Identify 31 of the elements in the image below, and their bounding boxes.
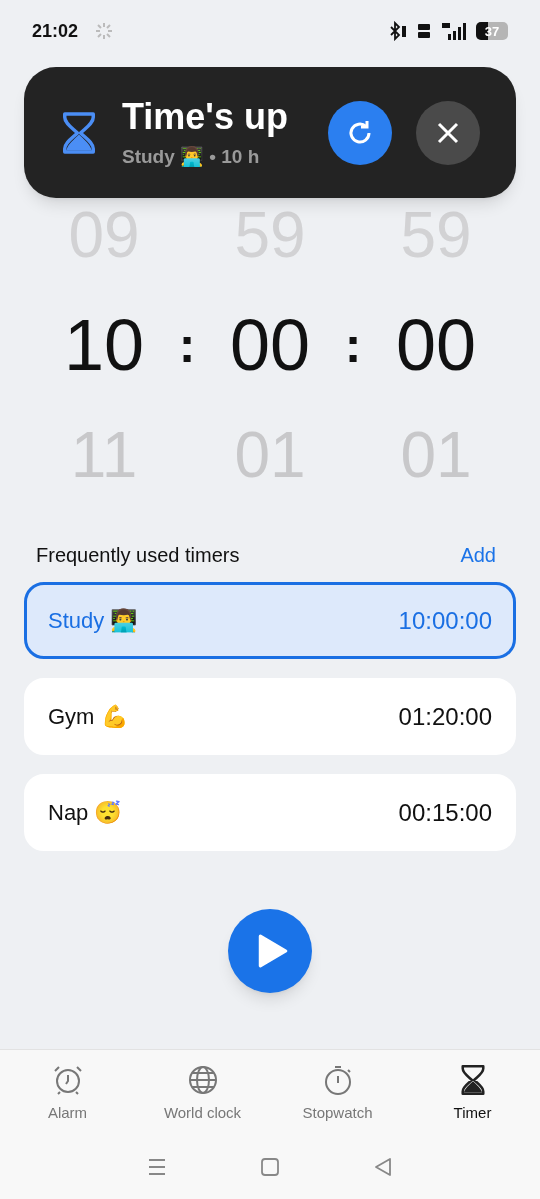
status-time: 21:02 bbox=[32, 19, 79, 43]
preset-timer-card[interactable]: Nap 😴 00:15:00 bbox=[24, 774, 516, 851]
volte-icon bbox=[416, 21, 432, 41]
time-separator: : bbox=[178, 316, 196, 375]
notification-subtitle: Study 👨‍💻 • 10 h bbox=[122, 144, 261, 169]
home-icon[interactable] bbox=[258, 1155, 282, 1179]
nav-tab[interactable]: Alarm bbox=[0, 1064, 135, 1125]
preset-label: Study 👨‍💻 bbox=[48, 607, 138, 635]
loading-icon bbox=[94, 21, 115, 41]
section-title: Frequently used timers bbox=[36, 543, 240, 568]
preset-timer-card[interactable]: Study 👨‍💻 10:00:00 bbox=[24, 582, 516, 659]
preset-label: Gym 💪 bbox=[48, 703, 128, 731]
picker-value[interactable]: 00 bbox=[395, 290, 477, 400]
time-separator: : bbox=[344, 316, 362, 375]
bluetooth-icon bbox=[388, 21, 408, 41]
preset-duration: 01:20:00 bbox=[398, 701, 492, 732]
picker-value[interactable]: 10 bbox=[63, 290, 145, 400]
nav-tab[interactable]: Stopwatch bbox=[270, 1064, 405, 1125]
nav-tab[interactable]: World clock bbox=[135, 1064, 270, 1125]
notification-title: Time's up bbox=[122, 94, 289, 139]
add-link[interactable]: Add bbox=[460, 540, 504, 570]
signal-icon bbox=[440, 21, 468, 41]
preset-label: Nap 😴 bbox=[48, 799, 122, 827]
hourglass-icon bbox=[458, 1064, 487, 1096]
globe-icon bbox=[186, 1064, 219, 1096]
preset-timer-card[interactable]: Gym 💪 01:20:00 bbox=[24, 678, 516, 755]
preset-duration: 10:00:00 bbox=[398, 605, 492, 636]
preset-duration: 00:15:00 bbox=[398, 797, 492, 828]
play-icon bbox=[256, 933, 288, 969]
nav-tab[interactable]: Timer bbox=[405, 1064, 540, 1125]
picker-value[interactable]: 00 bbox=[229, 290, 311, 400]
